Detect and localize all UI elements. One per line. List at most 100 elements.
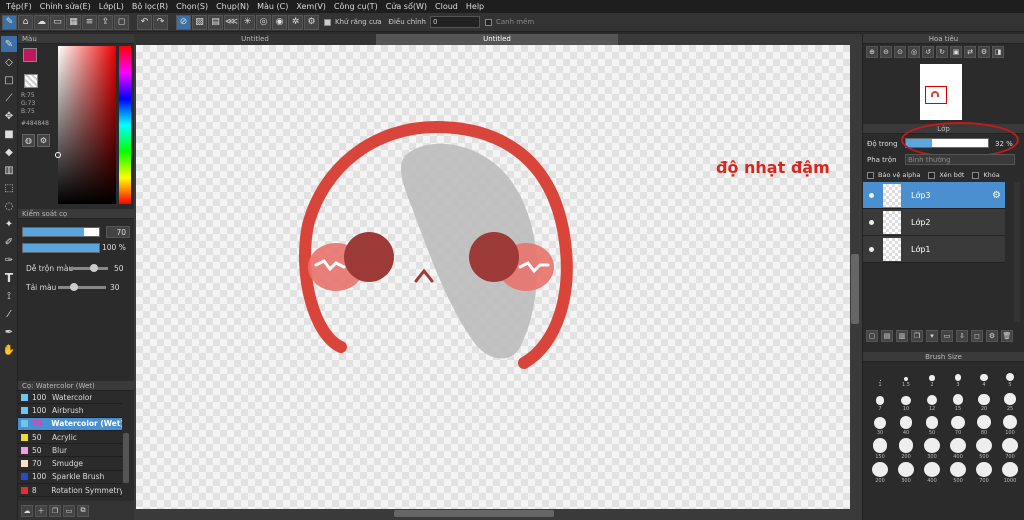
drawing-canvas[interactable] — [136, 45, 850, 509]
brush-size-cell[interactable]: 300 — [893, 462, 919, 484]
layer-row[interactable]: Lớp3 ⚙ — [863, 182, 1005, 209]
menu-item[interactable]: Cloud — [431, 2, 462, 11]
palette-icon[interactable]: ◍ — [22, 134, 35, 147]
brush-list-scrollbar[interactable] — [123, 433, 129, 483]
brush-size-value[interactable]: 70 — [106, 226, 130, 238]
brush-size-cell[interactable]: 500 — [945, 462, 971, 484]
snap-off-icon[interactable]: ⊘ — [176, 14, 191, 30]
new-layer-icon[interactable]: ▢ — [866, 330, 878, 342]
clipping-checkbox[interactable] — [928, 171, 936, 179]
brush-duplicate-icon[interactable]: ⧉ — [77, 504, 89, 517]
saturation-value-square[interactable] — [58, 46, 116, 204]
menu-item[interactable]: Màu (C) — [253, 2, 292, 11]
divide-tool-icon[interactable]: ⟟ — [1, 288, 17, 304]
blend-select[interactable]: Bình thường — [905, 154, 1015, 165]
nav-extra-icon[interactable]: ◨ — [992, 46, 1004, 58]
clear-layer-icon[interactable]: ◻ — [971, 330, 983, 342]
brush-size-cell[interactable]: 30 — [867, 414, 893, 436]
gradient-tool-icon[interactable]: ▥ — [1, 162, 17, 178]
antialias-checkbox[interactable] — [324, 18, 331, 26]
menu-item[interactable]: Cửa sổ(W) — [382, 2, 431, 11]
brush-size-cell[interactable]: 50 — [919, 414, 945, 436]
folder-icon[interactable]: ▭ — [941, 330, 953, 342]
brush-size-cell[interactable]: 5 — [997, 366, 1023, 388]
zoom-out-icon[interactable]: ⊖ — [880, 46, 892, 58]
brush-list-item[interactable]: 70 Smudge — [18, 457, 122, 471]
list-icon[interactable]: ≡ — [82, 14, 97, 30]
bucket-tool-icon[interactable]: ◆ — [1, 144, 17, 160]
menu-item[interactable]: Chụp(N) — [212, 2, 253, 11]
snap-parallel-icon[interactable]: ▨ — [192, 14, 207, 30]
brush-folder-icon[interactable]: ▭ — [63, 504, 75, 517]
delete-layer-icon[interactable]: 🗑 — [1001, 330, 1013, 342]
document-tab-right[interactable]: Untitled — [376, 34, 618, 45]
fit-window-icon[interactable]: ▣ — [950, 46, 962, 58]
magic-wand-icon[interactable]: ✦ — [1, 216, 17, 232]
brush-cloud-icon[interactable]: ☁ — [21, 504, 33, 517]
brush-list-item[interactable]: 50 Blur — [18, 444, 122, 458]
save-icon[interactable]: ⌂ — [18, 14, 33, 30]
layer-visibility-icon[interactable] — [869, 192, 874, 198]
navigator-preview[interactable] — [920, 64, 962, 120]
brush-add-icon[interactable]: ＋ — [35, 504, 47, 517]
merge-down-icon[interactable]: ⇩ — [956, 330, 968, 342]
brush-size-cell[interactable]: 10 — [893, 390, 919, 412]
transparent-color-swatch[interactable] — [24, 74, 38, 88]
hand-tool-icon[interactable]: ✋ — [1, 342, 17, 358]
brush-size-cell[interactable]: 80 — [971, 414, 997, 436]
brush-opacity-slider[interactable] — [22, 243, 100, 253]
brush-size-cell[interactable]: 100 — [997, 414, 1023, 436]
protect-alpha-checkbox[interactable] — [867, 171, 874, 179]
lock-checkbox[interactable] — [972, 171, 980, 179]
brush-size-cell[interactable]: 20 — [971, 390, 997, 412]
canvas-vertical-scrollbar[interactable] — [851, 254, 859, 324]
menu-item[interactable]: Chọn(S) — [172, 2, 212, 11]
layer-row[interactable]: Lớp1 — [863, 236, 1005, 263]
layer-visibility-icon[interactable] — [869, 219, 874, 225]
document-tab-left[interactable]: Untitled — [134, 34, 376, 45]
brush-size-cell[interactable]: 700 — [971, 462, 997, 484]
brush-size-cell[interactable]: 500 — [971, 438, 997, 460]
menu-item[interactable]: Bộ lọc(R) — [128, 2, 172, 11]
menu-item[interactable]: Help — [462, 2, 488, 11]
layer-settings-icon[interactable]: ⚙ — [986, 330, 998, 342]
snap-radial-icon[interactable]: ✳ — [240, 14, 255, 30]
brush-size-cell[interactable]: 150 — [867, 438, 893, 460]
move-tool-icon[interactable]: ✥ — [1, 108, 17, 124]
brush-size-cell[interactable]: 3 — [945, 366, 971, 388]
brush-mode-icon[interactable]: ✎ — [2, 14, 17, 30]
mix-slider[interactable] — [70, 264, 108, 272]
redo-icon[interactable]: ↷ — [153, 14, 168, 30]
menu-item[interactable]: Chỉnh sửa(E) — [36, 2, 95, 11]
rotate-left-icon[interactable]: ↺ — [922, 46, 934, 58]
layer-visibility-icon[interactable] — [869, 246, 874, 252]
snap-checkbox[interactable] — [485, 18, 492, 26]
menu-item[interactable]: Xem(V) — [292, 2, 330, 11]
select-tool-icon[interactable]: ⬚ — [1, 180, 17, 196]
reload-slider[interactable] — [58, 283, 106, 291]
brush-size-cell[interactable]: 200 — [867, 462, 893, 484]
layer-gear-icon[interactable]: ⚙ — [992, 190, 1001, 201]
brush-size-cell[interactable]: 300 — [919, 438, 945, 460]
brush-size-cell[interactable]: 2 — [919, 366, 945, 388]
pen-tool-icon[interactable]: ✒ — [1, 324, 17, 340]
brush-size-cell[interactable]: 40 — [893, 414, 919, 436]
brush-size-cell[interactable]: 15 — [945, 390, 971, 412]
brush-size-cell[interactable]: 7 — [867, 390, 893, 412]
brush-list-item[interactable]: 50 Acrylic — [18, 431, 122, 445]
brush-list-item[interactable]: 100 Airbrush — [18, 404, 122, 418]
layer-row[interactable]: Lớp2 — [863, 209, 1005, 236]
select-eraser-icon[interactable]: ✑ — [1, 252, 17, 268]
brush-list-item[interactable]: 100 Sparkle Brush — [18, 471, 122, 485]
brush-list-item[interactable]: 70 Watercolor (Wet) — [18, 417, 122, 431]
eraser-tool-icon[interactable]: ◇ — [1, 54, 17, 70]
brush-size-cell[interactable]: 1000 — [997, 462, 1023, 484]
lasso-tool-icon[interactable]: ◌ — [1, 198, 17, 214]
new-layer-1bit-icon[interactable]: ▥ — [896, 330, 908, 342]
rotate-right-icon[interactable]: ↻ — [936, 46, 948, 58]
brush-size-cell[interactable]: 1.5 — [893, 366, 919, 388]
snap-gear-icon[interactable]: ⚙ — [304, 14, 319, 30]
zoom-fit-icon[interactable]: ◎ — [908, 46, 920, 58]
hue-slider[interactable] — [119, 46, 131, 204]
snap-curve-icon[interactable]: ◉ — [272, 14, 287, 30]
